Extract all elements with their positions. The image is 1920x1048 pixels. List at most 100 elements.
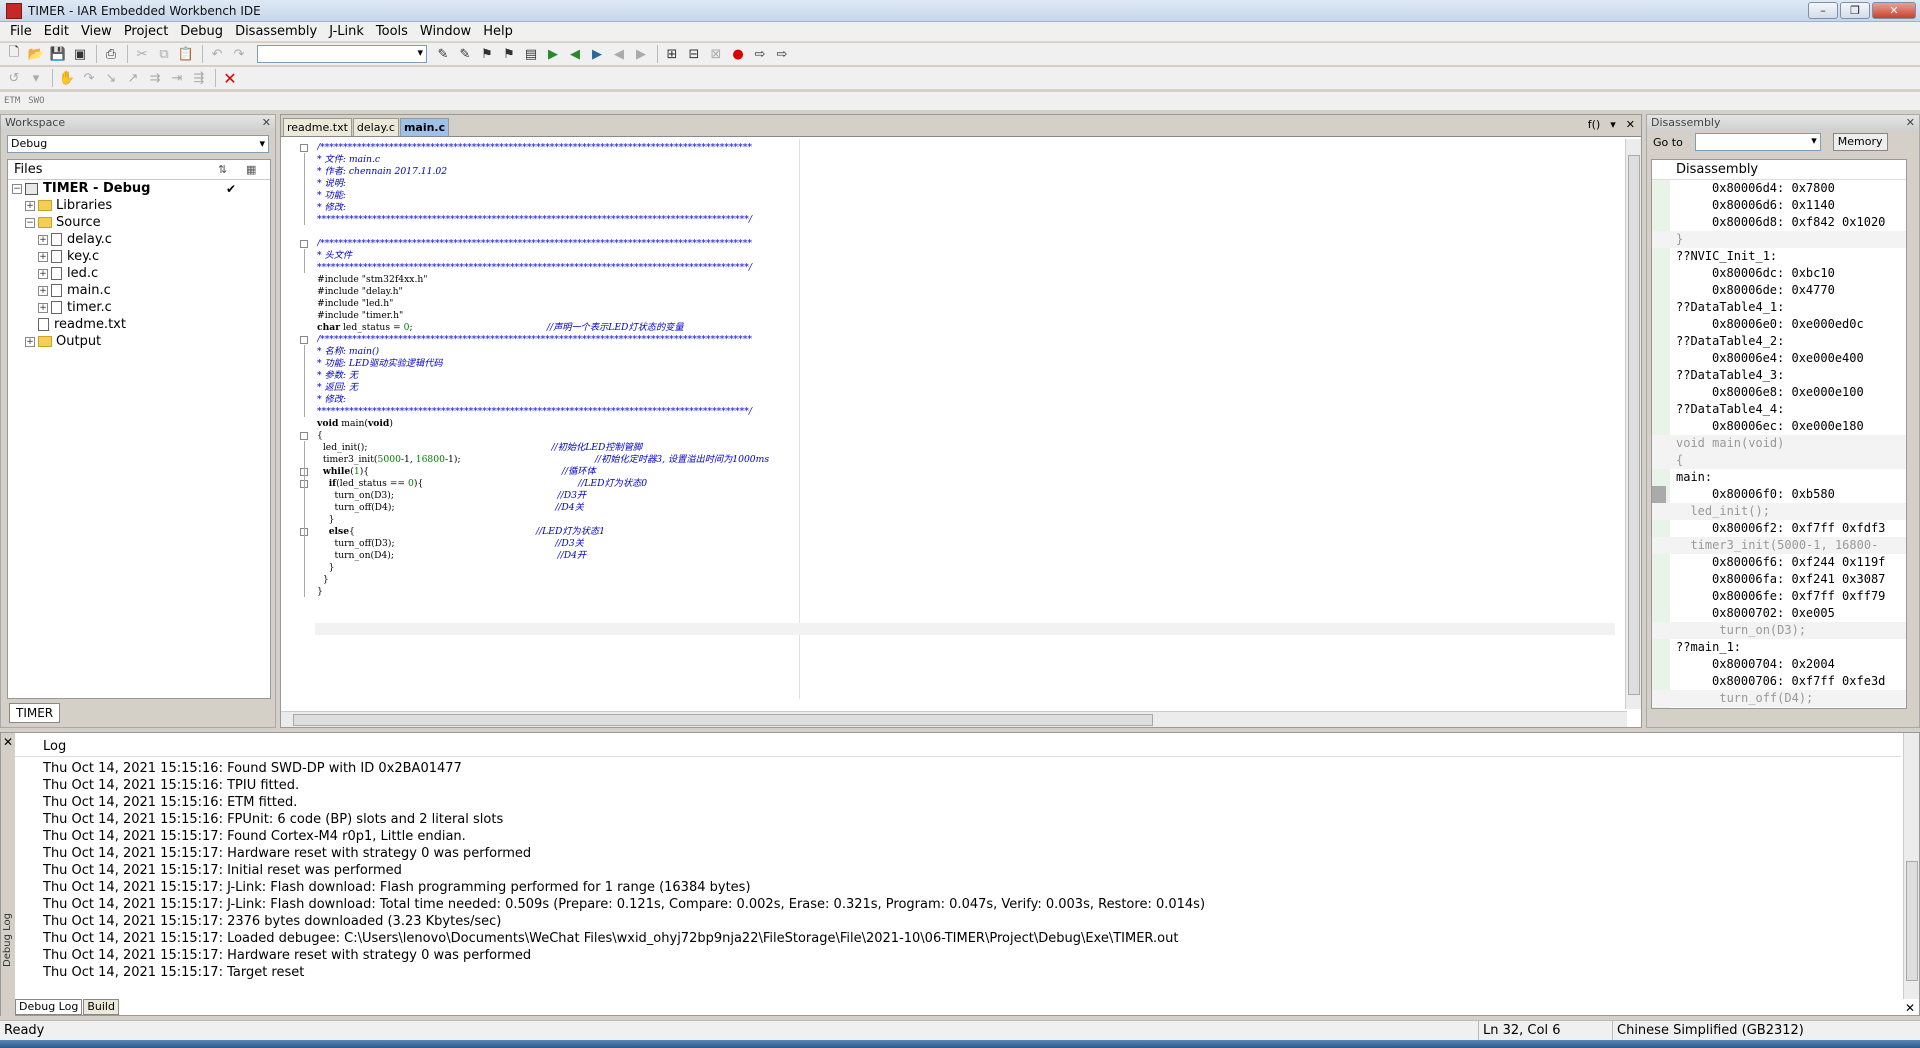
disassembly-instruction[interactable]: 0x80006fa: 0xf241 0x3087: [1652, 571, 1906, 588]
disassembly-source-line[interactable]: void main(void): [1652, 435, 1906, 452]
disassembly-instruction[interactable]: 0x80006ec: 0xe000e180: [1652, 418, 1906, 435]
menu-file[interactable]: File: [4, 24, 38, 39]
swo-label[interactable]: SWO: [28, 96, 44, 106]
disassembly-label[interactable]: ??NVIC_Init_1:: [1652, 248, 1906, 265]
fold-toggle-icon[interactable]: [300, 432, 308, 440]
go-icon[interactable]: ⇶: [189, 68, 209, 88]
disassembly-label[interactable]: ??DataTable4_3:: [1652, 367, 1906, 384]
function-navigator[interactable]: f(): [1588, 118, 1600, 131]
disassembly-label[interactable]: main:: [1652, 469, 1906, 486]
redo-icon[interactable]: ↷: [229, 44, 249, 64]
expand-toggle-icon[interactable]: +: [38, 251, 48, 262]
new-file-icon[interactable]: 🗋: [4, 44, 24, 64]
scroll-thumb[interactable]: [1906, 861, 1918, 981]
tree-item[interactable]: + delay.c: [8, 231, 270, 248]
options-icon[interactable]: ▦: [246, 163, 256, 176]
disassembly-label[interactable]: ??DataTable4_4:: [1652, 401, 1906, 418]
toggle-bookmark-icon[interactable]: ▶: [543, 44, 563, 64]
disassembly-source-line[interactable]: led_init();: [1652, 503, 1906, 520]
editor-vertical-scrollbar[interactable]: [1625, 139, 1641, 709]
tab-list-dropdown-icon[interactable]: ▾: [1610, 118, 1616, 131]
tree-item[interactable]: − Source: [8, 214, 270, 231]
tab-readme[interactable]: readme.txt: [283, 118, 352, 136]
undo-icon[interactable]: ↶: [207, 44, 227, 64]
workspace-tab-timer[interactable]: TIMER: [9, 703, 61, 723]
tree-item[interactable]: + led.c: [8, 265, 270, 282]
reset-icon[interactable]: ↺: [4, 68, 24, 88]
etm-label[interactable]: ETM: [4, 96, 20, 106]
menu-jlink[interactable]: J-Link: [323, 24, 370, 39]
expand-toggle-icon[interactable]: +: [38, 302, 48, 313]
disassembly-source-line[interactable]: timer3_init(5000-1, 16800-: [1652, 537, 1906, 554]
run-to-cursor-icon[interactable]: ⇥: [167, 68, 187, 88]
expand-toggle-icon[interactable]: −: [25, 217, 35, 228]
disassembly-instruction[interactable]: 0x80006fe: 0xf7ff 0xff79: [1652, 588, 1906, 605]
download-debug-icon[interactable]: ⇨: [750, 44, 770, 64]
replace-icon[interactable]: ⚑: [499, 44, 519, 64]
disassembly-instruction[interactable]: 0x80006e4: 0xe000e400: [1652, 350, 1906, 367]
copy-icon[interactable]: ⧉: [154, 44, 174, 64]
close-icon[interactable]: ✕: [262, 115, 271, 131]
expand-toggle-icon[interactable]: +: [25, 336, 35, 347]
disassembly-instruction[interactable]: 0x80006d6: 0x1140: [1652, 197, 1906, 214]
navigate-forward-icon[interactable]: ▶: [631, 44, 651, 64]
disassembly-instruction[interactable]: 0x80006de: 0x4770: [1652, 282, 1906, 299]
close-icon[interactable]: ✕: [1905, 1001, 1915, 1015]
scroll-thumb[interactable]: [1628, 155, 1640, 695]
fold-toggle-icon[interactable]: [300, 240, 308, 248]
expand-toggle-icon[interactable]: +: [38, 234, 48, 245]
close-editor-icon[interactable]: ✕: [1626, 118, 1635, 131]
tree-item[interactable]: + key.c: [8, 248, 270, 265]
disassembly-view[interactable]: Disassembly 0x80006d4: 0x7800 0x80006d6: …: [1651, 159, 1907, 709]
disassembly-label[interactable]: ??DataTable4_1:: [1652, 299, 1906, 316]
disassembly-instruction[interactable]: 0x8000706: 0xf7ff 0xfe3d: [1652, 673, 1906, 690]
menu-tools[interactable]: Tools: [370, 24, 414, 39]
tab-build[interactable]: Build: [83, 999, 119, 1015]
close-icon[interactable]: ✕: [3, 735, 13, 749]
scroll-thumb[interactable]: [293, 714, 1153, 726]
tree-item[interactable]: + main.c: [8, 282, 270, 299]
disassembly-instruction[interactable]: 0x80006f6: 0xf244 0x119f: [1652, 554, 1906, 571]
expand-toggle-icon[interactable]: +: [38, 285, 48, 296]
sort-icon[interactable]: ⇅: [218, 163, 227, 176]
expand-toggle-icon[interactable]: −: [12, 183, 22, 194]
fold-toggle-icon[interactable]: [300, 336, 308, 344]
menu-view[interactable]: View: [75, 24, 118, 39]
find-icon[interactable]: ✎: [433, 44, 453, 64]
tree-item[interactable]: + Libraries: [8, 197, 270, 214]
paste-icon[interactable]: 📋: [176, 44, 196, 64]
find-next-icon[interactable]: ✎: [455, 44, 475, 64]
make-icon[interactable]: ⊟: [684, 44, 704, 64]
minimize-button[interactable]: –: [1808, 2, 1838, 19]
disassembly-instruction[interactable]: 0x8000702: 0xe005: [1652, 605, 1906, 622]
disassembly-instruction[interactable]: 0x80006d4: 0x7800: [1652, 180, 1906, 197]
disassembly-source-line[interactable]: turn_off(D4);: [1652, 690, 1906, 707]
step-over-icon[interactable]: ↷: [79, 68, 99, 88]
disassembly-label[interactable]: ??main_1:: [1652, 639, 1906, 656]
disassembly-instruction[interactable]: 0x8000704: 0x2004: [1652, 656, 1906, 673]
prev-bookmark-icon[interactable]: ◀: [565, 44, 585, 64]
next-bookmark-icon[interactable]: ▶: [587, 44, 607, 64]
editor-horizontal-scrollbar[interactable]: [281, 711, 1627, 727]
tab-delay[interactable]: delay.c: [352, 118, 399, 136]
tree-item[interactable]: + Output: [8, 333, 270, 350]
reset-dropdown-icon[interactable]: ▾: [26, 68, 46, 88]
disassembly-label[interactable]: ??DataTable4_2:: [1652, 333, 1906, 350]
menu-debug[interactable]: Debug: [174, 24, 229, 39]
menu-disassembly[interactable]: Disassembly: [229, 24, 323, 39]
log-scrollbar[interactable]: [1903, 733, 1919, 999]
find-prev-icon[interactable]: ⚑: [477, 44, 497, 64]
disassembly-instruction[interactable]: 0x80006dc: 0xbc10: [1652, 265, 1906, 282]
menu-project[interactable]: Project: [118, 24, 174, 39]
fold-toggle-icon[interactable]: [300, 144, 308, 152]
stop-build-icon[interactable]: ⊠: [706, 44, 726, 64]
compile-icon[interactable]: ⊞: [662, 44, 682, 64]
break-icon[interactable]: ✋: [57, 68, 77, 88]
debug-without-download-icon[interactable]: ⇨: [772, 44, 792, 64]
next-statement-icon[interactable]: ⇉: [145, 68, 165, 88]
save-icon[interactable]: 💾: [48, 44, 68, 64]
find-combo[interactable]: [257, 45, 427, 63]
navigate-back-icon[interactable]: ◀: [609, 44, 629, 64]
save-all-icon[interactable]: ▣: [70, 44, 90, 64]
disassembly-instruction[interactable]: 0x80006f0: 0xb580: [1652, 486, 1906, 503]
